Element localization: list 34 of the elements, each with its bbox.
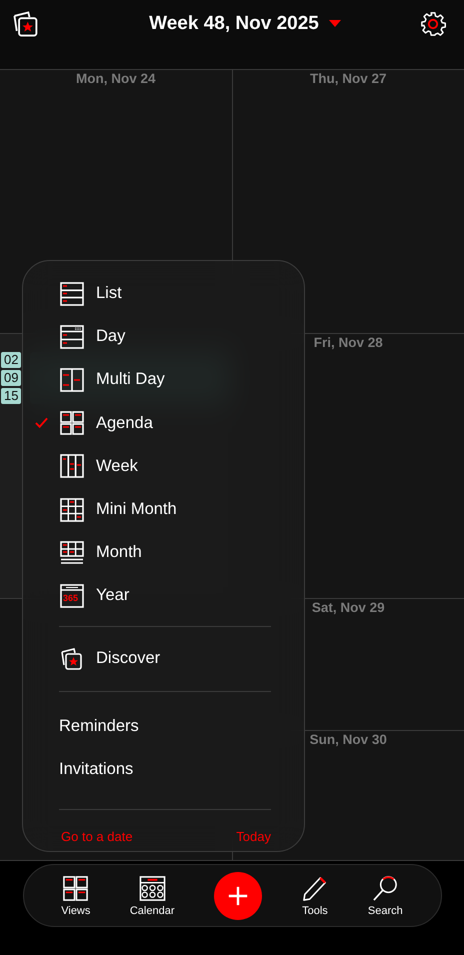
grid-icon [62,874,90,902]
day-label: Mon, Nov 24 [76,71,156,86]
today-link[interactable]: Today [236,828,271,844]
calendar-icon [138,874,166,902]
discover-icon [59,646,85,672]
day-view-icon [59,324,85,350]
agenda-view-icon [59,410,85,436]
tools-tab[interactable]: Tools [301,874,328,916]
calendar-tab[interactable]: Calendar [130,874,174,916]
event-time[interactable]: 15 [1,388,22,404]
search-icon [372,874,399,902]
menu-item[interactable]: Reminders [59,704,139,748]
year-view-icon [59,582,85,609]
month-view-icon [59,540,85,566]
year-number: 365 [63,592,78,604]
event-time[interactable]: 09 [1,370,22,386]
event-time[interactable]: 02 [1,352,22,368]
list-view-icon [59,280,85,307]
week-view-icon [59,453,85,480]
menu-item[interactable]: Invitations [59,748,134,790]
day-label: Thu, Nov 27 [310,71,386,86]
multiday-view-icon [59,366,85,393]
week-title[interactable]: Week 48, Nov 2025 [149,12,319,34]
caret-icon[interactable] [328,20,341,27]
plus-icon [226,884,249,906]
minimonth-view-icon [59,496,85,523]
day-label: Fri, Nov 28 [314,335,383,350]
day-label: Sun, Nov 30 [310,732,387,747]
search-tab[interactable]: Search [368,874,403,916]
views-tab[interactable]: Views [61,874,90,916]
go-to-date-link[interactable]: Go to a date [61,828,133,844]
day-label: Sat, Nov 29 [312,600,385,615]
settings-icon[interactable] [420,10,446,36]
pencil-icon [301,874,328,902]
